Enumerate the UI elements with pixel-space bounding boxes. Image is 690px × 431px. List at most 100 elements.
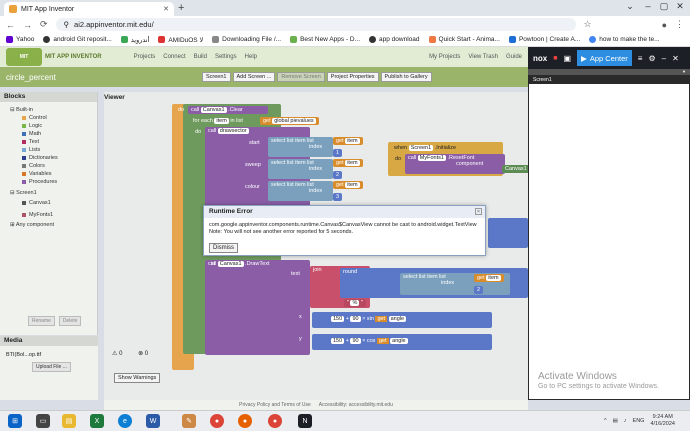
get-global-pievalues-block[interactable]: get global pievalues xyxy=(260,117,319,125)
tree-item-math[interactable]: Math xyxy=(29,131,41,137)
menu-settings[interactable]: Settings xyxy=(215,54,237,60)
dismiss-button[interactable]: Dismiss xyxy=(209,243,238,253)
select-list-item-block[interactable]: select list item list index xyxy=(268,181,333,201)
site-info-icon[interactable]: ⚲ xyxy=(64,20,70,29)
app-center-button[interactable]: ▶ App Center xyxy=(577,50,632,66)
get-item-block[interactable]: get item xyxy=(333,159,363,167)
tree-item-text[interactable]: Text xyxy=(29,139,39,145)
resetfont-block[interactable]: call MyFonts1 .ResetFont component xyxy=(405,154,505,174)
tray-chevron-icon[interactable]: ^ xyxy=(604,418,607,424)
firefox-icon[interactable]: ● xyxy=(238,414,252,428)
clock[interactable]: 9:24 AM 4/16/2024 xyxy=(650,414,674,428)
media-file[interactable]: BTI(Bol...op.ttf xyxy=(0,346,98,358)
bookmark-item[interactable]: Best New Apps - D... xyxy=(290,36,360,43)
settings-icon[interactable]: ⚙ xyxy=(648,54,655,63)
reload-icon[interactable]: ⟳ xyxy=(40,19,48,30)
remove-screen-button[interactable]: Remove Screen xyxy=(277,72,325,82)
rename-button[interactable]: Rename xyxy=(28,316,55,326)
guide-link[interactable]: Guide xyxy=(506,54,522,60)
bookmark-item[interactable]: app download xyxy=(369,36,420,43)
menu-icon[interactable]: ⋮ xyxy=(675,19,684,30)
browser-tab[interactable]: MIT App Inventor ✕ xyxy=(4,2,174,16)
windows-start-icon[interactable]: ⊞ xyxy=(8,414,22,428)
tree-item-variables[interactable]: Variables xyxy=(29,171,52,177)
volume-icon[interactable]: ♪ xyxy=(624,418,627,424)
error-icon[interactable]: ⊗ xyxy=(138,351,143,357)
minimize-icon[interactable]: – xyxy=(662,54,666,63)
view-trash-link[interactable]: View Trash xyxy=(468,54,498,60)
screen-select-button[interactable]: Screen1 xyxy=(202,72,231,82)
number-block[interactable]: 150 + 90 × cos get angle xyxy=(328,337,411,345)
menu-projects[interactable]: Projects xyxy=(134,54,156,60)
forward-icon[interactable]: → xyxy=(23,20,32,30)
bookmark-item[interactable]: أندرويد xyxy=(120,36,149,44)
chrome-active-icon[interactable]: ● xyxy=(268,414,282,428)
bookmark-item[interactable]: Yahoo xyxy=(6,36,34,43)
delete-button[interactable]: Delete xyxy=(58,316,82,326)
address-bar[interactable]: ⚲ ai2.appinventor.mit.edu/ xyxy=(55,18,576,31)
menu-help[interactable]: Help xyxy=(245,54,257,60)
profile-avatar[interactable]: ● xyxy=(662,20,667,30)
number-block[interactable]: 150 + 90 × sin get angle xyxy=(328,315,410,323)
excel-icon[interactable]: X xyxy=(90,414,104,428)
get-item-block[interactable]: get item xyxy=(333,137,363,145)
publish-gallery-button[interactable]: Publish to Gallery xyxy=(380,72,432,82)
select-list-item-block[interactable]: select list item list index xyxy=(268,137,333,157)
number-block[interactable]: 3 xyxy=(333,193,343,201)
tab-search-icon[interactable]: ⌄ xyxy=(620,1,640,12)
tree-any-component[interactable]: ⊞ Any component xyxy=(10,221,97,229)
emulator-screen[interactable]: Screen1 xyxy=(528,75,690,400)
back-icon[interactable]: ← xyxy=(6,20,15,30)
tree-item-logic[interactable]: Logic xyxy=(29,123,42,129)
menu-connect[interactable]: Connect xyxy=(163,54,185,60)
menu-build[interactable]: Build xyxy=(194,54,207,60)
hidden-block[interactable] xyxy=(488,218,528,248)
tree-item-procedures[interactable]: Procedures xyxy=(29,179,57,185)
close-window-icon[interactable]: ✕ xyxy=(670,1,690,12)
canvas-clear-block[interactable]: call Canvas1 .Clear xyxy=(188,106,268,114)
edge-icon[interactable]: e xyxy=(118,414,132,428)
task-view-icon[interactable]: ▭ xyxy=(36,414,50,428)
close-tab-icon[interactable]: ✕ xyxy=(163,5,169,13)
bookmark-item[interactable]: android Git reposit... xyxy=(43,36,112,43)
bookmark-star-icon[interactable]: ☆ xyxy=(584,19,592,30)
bookmark-item[interactable]: how to make the te... xyxy=(589,36,660,43)
upload-file-button[interactable]: Upload File ... xyxy=(32,362,71,372)
nox-taskbar-icon[interactable]: N xyxy=(298,414,312,428)
project-properties-button[interactable]: Project Properties xyxy=(326,72,379,82)
number-block[interactable]: 2 xyxy=(474,286,484,294)
canvas1-component-block[interactable]: Canvas1 xyxy=(502,165,530,173)
privacy-link[interactable]: Privacy Policy and Terms of Use xyxy=(239,402,311,408)
close-icon[interactable]: ✕ xyxy=(672,54,679,63)
tree-screen1[interactable]: ⊟ Screen1 xyxy=(10,189,97,197)
menu-icon[interactable]: ≡ xyxy=(638,54,643,63)
get-item-block[interactable]: get item xyxy=(474,274,504,282)
bookmark-item[interactable]: Quick Start - Anima... xyxy=(428,36,500,43)
bookmark-item[interactable]: AMIDuOS لا xyxy=(158,36,203,44)
tree-item-myfonts1[interactable]: MyFonts1 xyxy=(29,212,53,218)
file-explorer-icon[interactable]: ▤ xyxy=(62,414,76,428)
warning-icon[interactable]: ⚠ xyxy=(112,351,117,357)
number-block[interactable]: 1 xyxy=(333,149,343,157)
paint-icon[interactable]: ✎ xyxy=(182,414,196,428)
bookmark-item[interactable]: Powtoon | Create A... xyxy=(508,36,580,43)
new-tab-icon[interactable]: + xyxy=(178,2,184,14)
multi-instance-icon[interactable]: ▣ xyxy=(563,54,571,63)
tree-item-control[interactable]: Control xyxy=(29,115,47,121)
bookmark-item[interactable]: Downloading File /... xyxy=(212,36,281,43)
language-indicator[interactable]: ENG xyxy=(633,418,645,424)
add-screen-button[interactable]: Add Screen ... xyxy=(232,72,276,82)
tree-builtin[interactable]: ⊟ Built-in xyxy=(10,106,97,114)
network-icon[interactable]: ▤ xyxy=(613,418,618,424)
close-icon[interactable]: × xyxy=(475,208,482,215)
chrome-icon[interactable]: ● xyxy=(210,414,224,428)
word-icon[interactable]: W xyxy=(146,414,160,428)
my-projects-link[interactable]: My Projects xyxy=(429,54,460,60)
show-warnings-button[interactable]: Show Warnings xyxy=(114,373,161,383)
select-list-item-block[interactable]: select list item list index xyxy=(268,159,333,179)
record-icon[interactable]: ■ xyxy=(553,55,557,62)
tree-item-colors[interactable]: Colors xyxy=(29,163,45,169)
tree-item-dictionaries[interactable]: Dictionaries xyxy=(29,155,58,161)
mit-logo-icon[interactable]: MIT xyxy=(6,48,42,66)
percent-text-block[interactable]: " % " xyxy=(344,299,366,307)
